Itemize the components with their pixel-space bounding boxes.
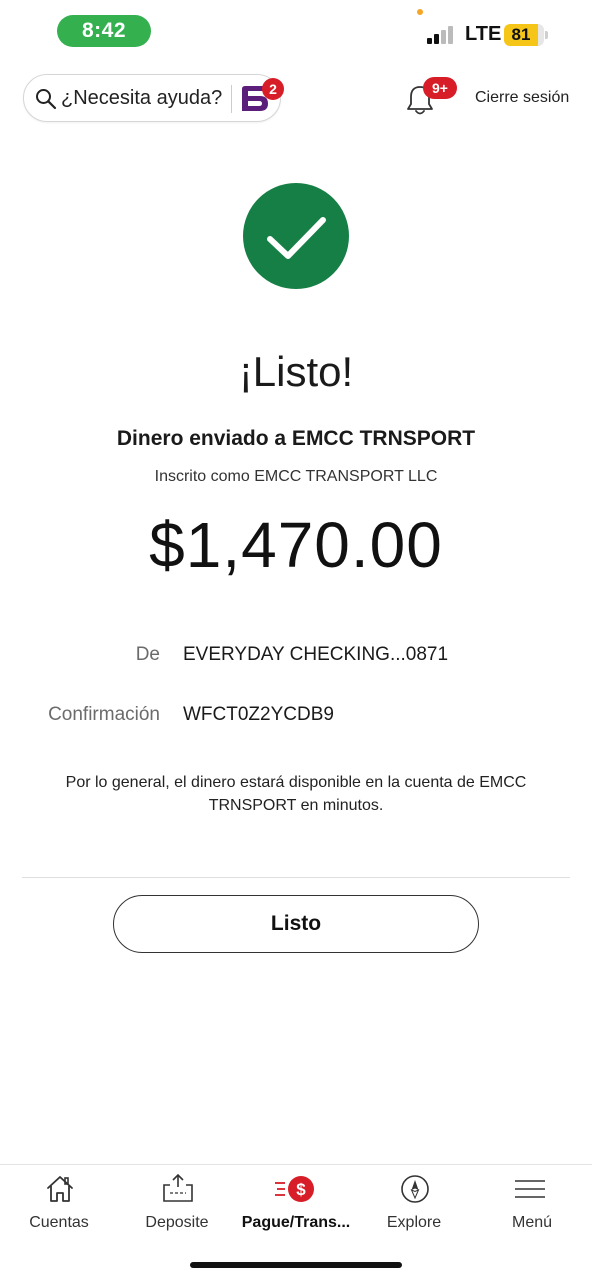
confirmation-number: WFCT0Z2YCDB9 [183,704,334,725]
status-time: 8:42 [57,15,151,47]
network-type: LTE [465,23,502,45]
privacy-indicator-dot [417,9,423,15]
nav-item-pay-transfer[interactable]: $ Pague/Trans... [237,1165,355,1245]
compass-icon [401,1175,429,1203]
nav-label: Deposite [145,1214,209,1231]
status-bar: 8:42 LTE 81 [0,0,592,62]
transfer-amount: $1,470.00 [149,509,443,581]
from-account-value: EVERYDAY CHECKING...0871 [183,644,449,665]
deposit-icon [163,1173,193,1202]
home-indicator[interactable] [190,1262,402,1268]
pill-divider [231,85,232,113]
assistant-badge: 2 [262,78,284,100]
nav-label: Explore [386,1214,442,1231]
confirmation-label: Confirmación [48,704,160,725]
pay-transfer-icon: $ [275,1176,314,1202]
cellular-signal-icon [427,26,459,44]
nav-item-menu[interactable]: Menú [473,1165,591,1245]
notifications-badge: 9+ [423,77,457,99]
nav-item-deposit[interactable]: Deposite [118,1165,236,1245]
availability-note: Por lo general, el dinero estará disponi… [65,774,527,814]
nav-label: Cuentas [29,1214,89,1231]
done-button[interactable]: Listo [113,895,479,953]
page-title: ¡Listo! [238,348,354,395]
from-label: De [135,644,160,665]
recipient-heading: Dinero enviado a EMCC TRNSPORT [116,427,476,450]
nav-label: Menú [511,1214,553,1231]
section-divider [22,877,570,878]
success-check-icon [243,183,349,289]
svg-text:$: $ [296,1180,306,1199]
help-search-placeholder: ¿Necesita ayuda? [61,87,223,109]
search-icon [36,89,57,110]
help-search-bar[interactable]: ¿Necesita ayuda? 2 [23,74,284,122]
battery-level: 81 [511,25,531,44]
enrolled-as-text: Inscrito como EMCC TRANSPORT LLC [154,468,438,485]
signout-link[interactable]: Cierre sesión [475,89,569,107]
menu-icon [515,1180,545,1198]
nav-item-accounts[interactable]: Cuentas [0,1165,118,1245]
home-icon [47,1176,73,1202]
nav-item-explore[interactable]: Explore [355,1165,473,1245]
battery-icon: 81 [504,24,548,46]
nav-label: Pague/Trans... [241,1214,351,1231]
